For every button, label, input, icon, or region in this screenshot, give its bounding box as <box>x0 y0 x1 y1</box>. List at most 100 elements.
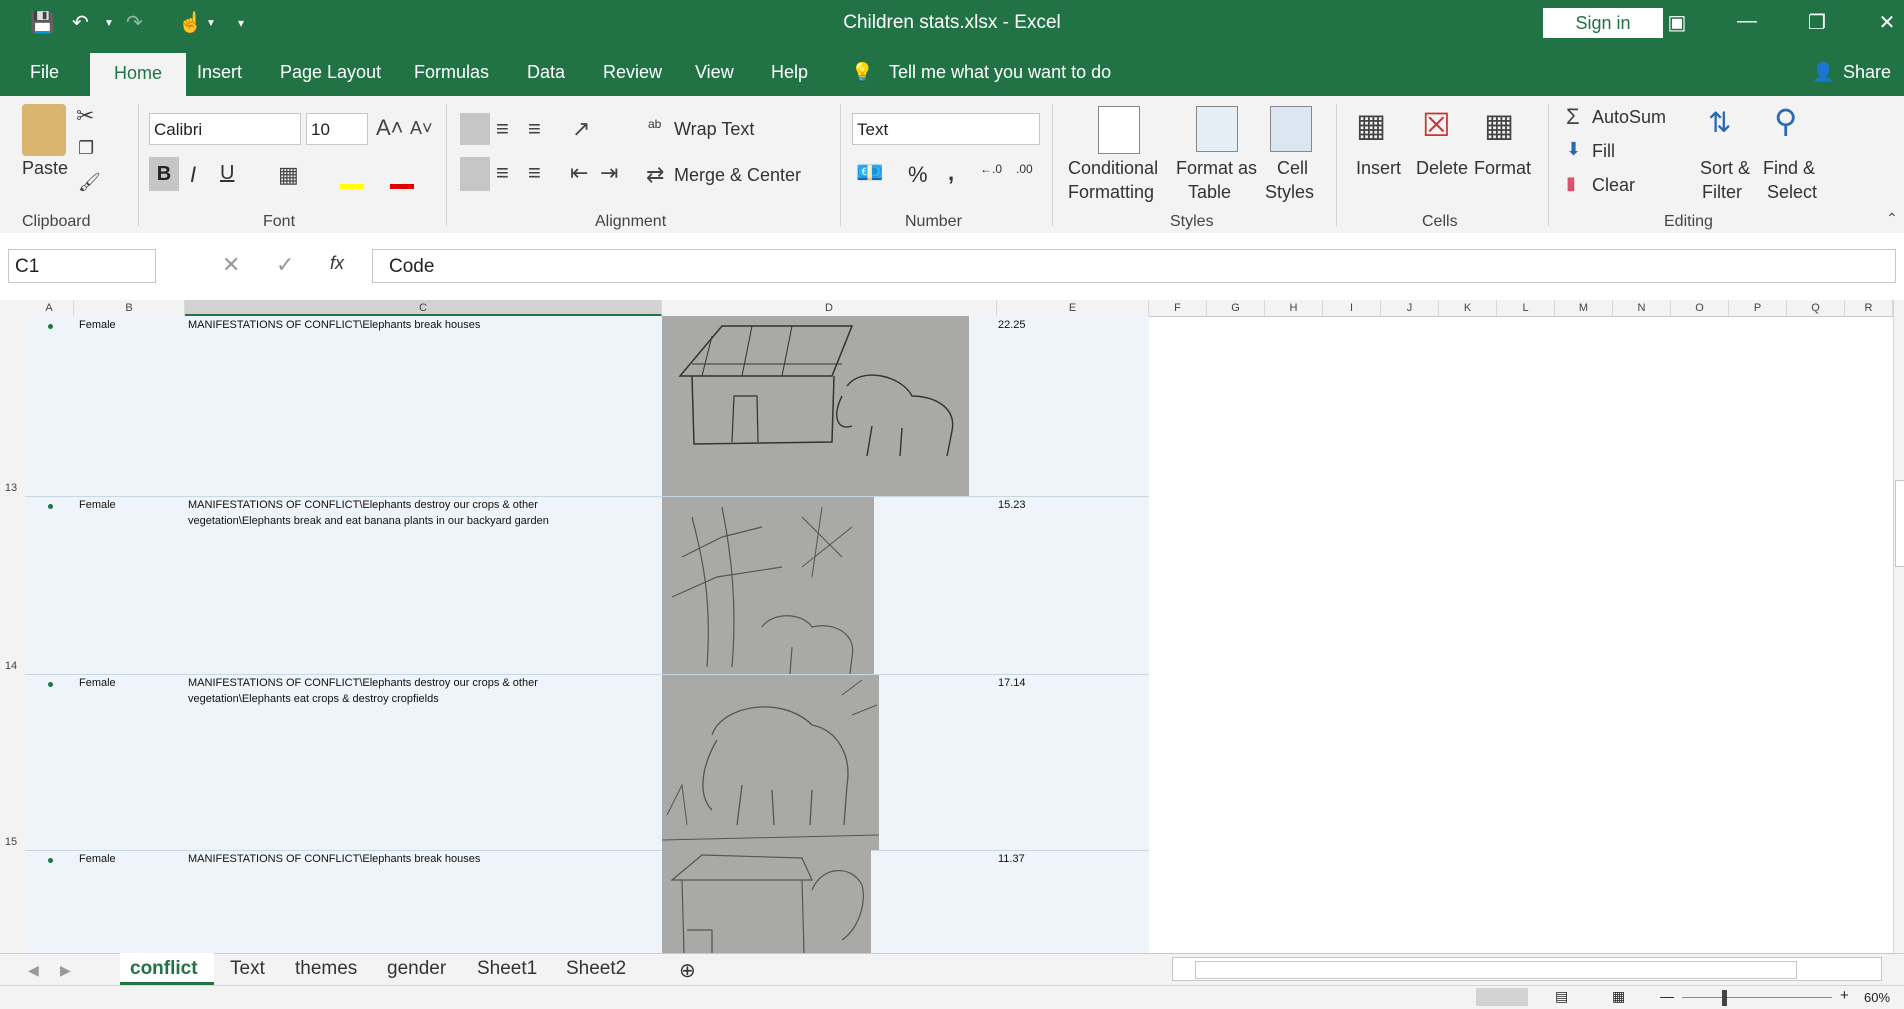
decrease-font-icon[interactable]: A˅ <box>410 118 433 139</box>
horizontal-scrollbar[interactable] <box>1172 957 1882 981</box>
page-layout-view-icon[interactable]: ▤ <box>1555 988 1568 1005</box>
sheet-tab-sheet2[interactable]: Sheet2 <box>566 958 626 980</box>
format-as-table-button[interactable]: Format as <box>1176 158 1257 179</box>
insert-cells-button[interactable]: Insert <box>1356 158 1401 179</box>
row-number[interactable]: 15 <box>0 836 22 848</box>
code-cell[interactable]: MANIFESTATIONS OF CONFLICT\Elephants des… <box>188 497 538 513</box>
tab-home[interactable]: Home <box>90 53 186 97</box>
conditional-formatting-button[interactable]: Conditional <box>1068 158 1158 179</box>
value-cell[interactable]: 11.37 <box>998 851 1025 867</box>
formula-input[interactable]: Code <box>372 249 1896 283</box>
ribbon-display-icon[interactable]: ▣ <box>1657 10 1697 35</box>
column-header[interactable]: Q <box>1787 300 1845 316</box>
row-number[interactable]: 14 <box>0 660 22 672</box>
gender-cell[interactable]: Female <box>79 497 116 513</box>
tab-formulas[interactable]: Formulas <box>414 62 489 83</box>
row-number[interactable]: 13 <box>0 482 22 494</box>
insert-cells-icon[interactable]: ▦ <box>1356 106 1386 144</box>
zoom-slider[interactable] <box>1682 997 1832 998</box>
find-select-button-line2[interactable]: Select <box>1767 182 1817 203</box>
zoom-out-icon[interactable]: — <box>1660 988 1674 1004</box>
cut-icon[interactable]: ✂ <box>76 103 94 129</box>
cell-styles-button-line2[interactable]: Styles <box>1265 182 1314 203</box>
column-header[interactable]: C <box>185 300 662 316</box>
code-cell[interactable]: MANIFESTATIONS OF CONFLICT\Elephants bre… <box>188 851 480 867</box>
scroll-thumb[interactable] <box>1195 961 1797 979</box>
sign-in-button[interactable]: Sign in <box>1543 8 1663 38</box>
column-header[interactable]: N <box>1613 300 1671 316</box>
bold-button[interactable]: B <box>149 157 179 191</box>
value-cell[interactable]: 17.14 <box>998 675 1026 691</box>
column-header[interactable]: L <box>1497 300 1555 316</box>
normal-view-icon[interactable] <box>1476 988 1528 1006</box>
middle-align-icon[interactable]: ≡ <box>496 116 509 142</box>
drawing-elephant-house-image[interactable] <box>662 850 871 953</box>
increase-indent-icon[interactable]: ⇥ <box>600 160 618 186</box>
minimize-icon[interactable]: — <box>1727 10 1767 33</box>
font-name-select[interactable]: Calibri <box>149 113 301 145</box>
align-left-icon[interactable] <box>460 157 490 191</box>
wrap-text-button[interactable]: Wrap Text <box>674 119 754 140</box>
column-header[interactable]: B <box>74 300 185 316</box>
conditional-formatting-icon[interactable] <box>1098 106 1140 154</box>
gender-cell[interactable]: Female <box>79 317 116 333</box>
column-header[interactable]: M <box>1555 300 1613 316</box>
close-icon[interactable]: ✕ <box>1867 10 1904 35</box>
tell-me-search[interactable]: Tell me what you want to do <box>889 62 1111 83</box>
number-format-select[interactable]: Text <box>852 113 1040 145</box>
italic-button[interactable]: I <box>190 162 196 188</box>
font-size-select[interactable]: 10 <box>306 113 368 145</box>
font-color-icon[interactable] <box>390 184 414 189</box>
align-center-icon[interactable]: ≡ <box>496 160 509 186</box>
copy-icon[interactable]: ❐ <box>78 138 94 159</box>
merge-center-button[interactable]: Merge & Center <box>674 165 801 186</box>
code-cell-line2[interactable]: vegetation\Elephants eat crops & destroy… <box>188 691 439 707</box>
tab-data[interactable]: Data <box>527 62 565 83</box>
column-header[interactable]: I <box>1323 300 1381 316</box>
cell-styles-icon[interactable] <box>1270 106 1312 152</box>
name-box[interactable]: C1 <box>8 249 156 283</box>
share-button[interactable]: Share <box>1843 62 1891 83</box>
tab-page-layout[interactable]: Page Layout <box>280 62 381 83</box>
new-sheet-icon[interactable]: ⊕ <box>679 958 696 983</box>
tab-help[interactable]: Help <box>771 62 808 83</box>
zoom-in-icon[interactable]: + <box>1840 987 1849 1004</box>
value-cell[interactable]: 22.25 <box>998 317 1026 333</box>
paste-button[interactable]: Paste <box>22 158 68 179</box>
bottom-align-icon[interactable]: ≡ <box>528 116 541 142</box>
borders-icon[interactable]: ▦ <box>278 162 299 188</box>
increase-decimal-icon[interactable]: ←.0 <box>980 162 1002 176</box>
next-sheet-icon[interactable]: ▶ <box>60 962 71 979</box>
sort-filter-icon[interactable]: ⇅ <box>1708 106 1731 139</box>
fill-button[interactable]: Fill <box>1592 141 1615 162</box>
find-select-icon[interactable]: ⚲ <box>1774 102 1797 140</box>
paste-icon[interactable] <box>22 104 66 156</box>
sheet-tab-gender[interactable]: gender <box>387 958 446 980</box>
sheet-tab-themes[interactable]: themes <box>295 958 357 980</box>
decrease-decimal-icon[interactable]: .00 <box>1016 162 1033 176</box>
format-as-table-icon[interactable] <box>1196 106 1238 152</box>
drawing-elephant-crops-image[interactable] <box>662 675 879 850</box>
underline-button[interactable]: U <box>220 162 234 185</box>
sort-filter-button[interactable]: Sort & <box>1700 158 1750 179</box>
collapse-ribbon-icon[interactable]: ⌃ <box>1886 210 1898 227</box>
column-header[interactable]: D <box>662 300 997 316</box>
column-header[interactable]: K <box>1439 300 1497 316</box>
column-header[interactable]: F <box>1149 300 1207 316</box>
prev-sheet-icon[interactable]: ◀ <box>28 962 39 979</box>
column-header[interactable]: E <box>997 300 1149 316</box>
column-header[interactable]: R <box>1845 300 1893 316</box>
code-cell[interactable]: MANIFESTATIONS OF CONFLICT\Elephants des… <box>188 675 538 691</box>
tab-insert[interactable]: Insert <box>197 62 242 83</box>
format-cells-icon[interactable]: ▦ <box>1484 106 1514 144</box>
gender-cell[interactable]: Female <box>79 851 116 867</box>
zoom-level[interactable]: 60% <box>1864 990 1890 1005</box>
tab-file[interactable]: File <box>30 62 59 83</box>
cell-styles-button[interactable]: Cell <box>1277 158 1308 179</box>
column-header[interactable]: J <box>1381 300 1439 316</box>
accounting-icon[interactable]: 💶 <box>856 160 883 186</box>
code-cell-line2[interactable]: vegetation\Elephants break and eat banan… <box>188 513 549 529</box>
confirm-entry-icon[interactable]: ✓ <box>276 252 294 278</box>
increase-font-icon[interactable]: A˄ <box>376 115 404 141</box>
sheet-tab-conflict[interactable]: conflict <box>130 958 198 980</box>
